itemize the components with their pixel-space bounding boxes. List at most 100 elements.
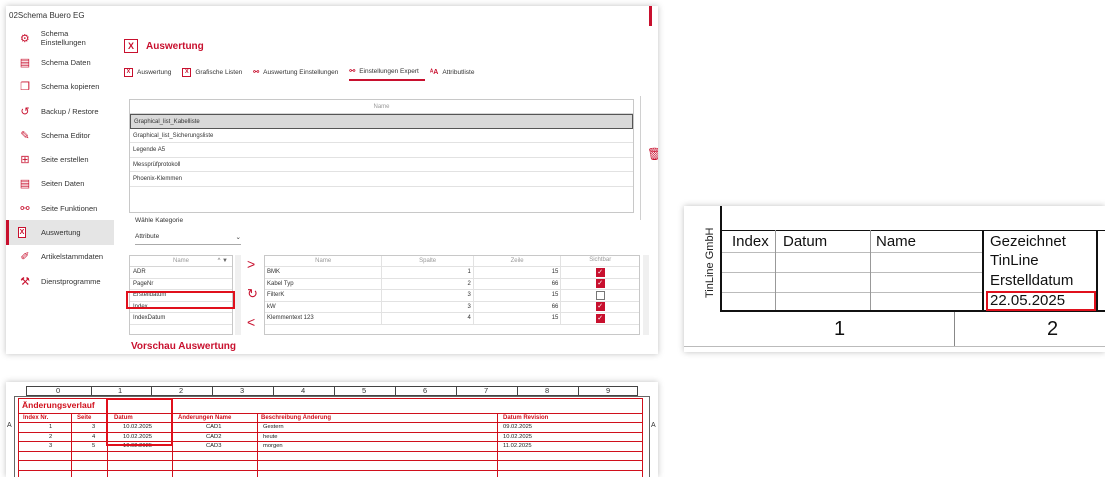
cell-zeile[interactable]: 15 (474, 290, 562, 301)
settings-icon: ⚯ (253, 69, 260, 76)
list-item[interactable]: Graphical_list_Sicherungsliste (130, 129, 633, 143)
divider (722, 292, 982, 293)
sidebar-item-seite-funktionen[interactable]: ⚯ Seite Funktionen (6, 196, 114, 220)
cell-spalte[interactable]: 3 (382, 290, 474, 301)
cell-spalte[interactable]: 3 (382, 301, 474, 312)
divider (722, 252, 982, 253)
tab-auswertung[interactable]: X Auswertung (124, 67, 177, 81)
attribute-list-header[interactable]: Name ^ ▼ (130, 256, 232, 267)
cell-name: FilterK (265, 290, 383, 301)
ruler-number: 0 (56, 386, 61, 395)
ruler-number: 6 (423, 386, 428, 395)
sidebar-item-schema-editor[interactable]: ✎ Schema Editor (6, 123, 114, 147)
list-item[interactable]: Messprüfprotokoll (130, 158, 633, 172)
kategorie-value: Attribute (135, 233, 160, 240)
sichtbar-checkbox[interactable]: ✓ (595, 313, 605, 323)
tab-bar: X Auswertung X Grafische Listen ⚯ Auswertun… (124, 67, 485, 81)
list-item[interactable]: ADR (130, 267, 232, 279)
sichtbar-checkbox[interactable]: ✓ (595, 267, 605, 277)
list-item[interactable]: IndexDatum (130, 313, 232, 325)
sidebar-item-backup-restore[interactable]: ↺ Backup / Restore (6, 99, 114, 123)
sichtbar-checkbox[interactable]: ✓ (595, 302, 605, 312)
divider (1096, 230, 1098, 310)
sidebar-item-schema-einstellungen[interactable]: ⚙ Schema Einstellungen (6, 26, 114, 50)
restore-icon: ↺ (20, 105, 30, 118)
sidebar-item-artikelstammdaten[interactable]: ✐ Artikelstammdaten (6, 245, 114, 269)
scrollbar[interactable] (643, 255, 649, 335)
move-left-button[interactable]: < (247, 315, 255, 329)
list-item[interactable]: PageNr (130, 279, 232, 290)
sidebar-item-seite-erstellen[interactable]: ⊞ Seite erstellen (6, 147, 114, 171)
move-right-button[interactable]: > (247, 257, 255, 271)
divider (71, 413, 72, 477)
table-row[interactable]: Kabel Typ 2 66 ✓ (265, 278, 639, 290)
cell-spalte[interactable]: 4 (382, 313, 474, 324)
cell-zeile[interactable]: 66 (474, 301, 562, 312)
ruler-number: 7 (484, 386, 489, 395)
ruler-number: 2 (179, 386, 184, 395)
filter-icon[interactable]: ^ ▼ (218, 258, 228, 264)
cell-zeile[interactable]: 15 (474, 313, 562, 324)
excel-icon: X (124, 39, 138, 53)
company-name: TinLine GmbH (704, 227, 716, 298)
column-header-sichtbar[interactable]: Sichtbar (561, 256, 639, 266)
tab-auswertung-einstellungen[interactable]: ⚯ Auswertung Einstellungen (253, 67, 344, 81)
sidebar-item-schema-daten[interactable]: ▤ Schema Daten (6, 50, 114, 74)
title-block: TinLine GmbH Index Datum Name Gezeichnet… (684, 206, 1105, 352)
row-letter-right: A (651, 422, 656, 429)
cell-index: 1 (49, 424, 53, 430)
page-title: X Auswertung (124, 39, 204, 53)
divider (497, 413, 498, 477)
cell-name: Kabel Typ (265, 278, 383, 289)
tab-grafische-listen[interactable]: X Grafische Listen (182, 67, 248, 81)
change-history-title: Änderungsverlauf (22, 400, 95, 410)
attribute-icon: ᴬA (429, 68, 439, 76)
list-item[interactable]: Phoenix-Klemmen (130, 172, 633, 187)
divider (775, 230, 776, 310)
table-row[interactable]: BMK 1 15 ✓ (265, 267, 639, 279)
cell-beschreibung: morgen (263, 443, 283, 449)
sidebar-item-auswertung[interactable]: X Auswertung (6, 220, 114, 245)
cell-zeile[interactable]: 66 (474, 278, 562, 289)
sichtbar-cell: ✓ (561, 267, 639, 278)
table-row (19, 452, 642, 461)
name-column-header[interactable]: Name (130, 100, 633, 114)
list-item[interactable]: Legende A5 (130, 143, 633, 158)
cell-seite: 3 (92, 424, 96, 430)
cell-name: CAD1 (206, 424, 222, 430)
table-row (19, 461, 642, 471)
divider (722, 230, 1105, 231)
cell-zeile[interactable]: 15 (474, 267, 562, 278)
header-index: Index (732, 233, 769, 250)
list-item[interactable]: Graphical_list_Kabelliste (130, 114, 633, 129)
ruler-number: 8 (545, 386, 550, 395)
cell-spalte[interactable]: 2 (382, 278, 474, 289)
sichtbar-checkbox[interactable]: ✓ (595, 279, 605, 289)
column-header-spalte[interactable]: Spalte (382, 256, 474, 266)
refresh-icon[interactable]: ↻ (247, 287, 258, 301)
tab-einstellungen-expert[interactable]: ⚯ Einstellungen Expert (349, 67, 425, 81)
sidebar-item-seiten-daten[interactable]: ▤ Seiten Daten (6, 172, 114, 196)
sichtbar-checkbox[interactable] (595, 290, 605, 300)
table-row[interactable]: FilterK 3 15 (265, 290, 639, 302)
chevron-down-icon: ⌄ (235, 234, 241, 241)
evaluation-name-list: Name Graphical_list_Kabelliste Graphical… (129, 99, 634, 213)
kategorie-select[interactable]: Attribute ⌄ (135, 233, 241, 245)
tab-attributliste[interactable]: ᴬA Attributliste (430, 67, 481, 81)
cell-name: CAD3 (206, 443, 222, 449)
functions-icon: ⚯ (20, 202, 30, 215)
sidebar-item-dienstprogramme[interactable]: ⚒ Dienstprogramme (6, 269, 114, 293)
column-header-zeile[interactable]: Zeile (474, 256, 562, 266)
ruler-number: 3 (240, 386, 245, 395)
scrollbar[interactable] (235, 255, 241, 335)
sidebar-item-label: Artikelstammdaten (41, 252, 104, 262)
table-row[interactable]: Klemmentext 123 4 15 ✓ (265, 313, 639, 325)
excel-icon: X (182, 67, 192, 77)
sichtbar-cell (561, 290, 639, 301)
trash-icon[interactable]: 🗑 (647, 147, 658, 161)
cell-spalte[interactable]: 1 (382, 267, 474, 278)
cell-index: 2 (49, 433, 53, 440)
table-row[interactable]: kW 3 66 ✓ (265, 301, 639, 313)
column-header-name[interactable]: Name (265, 256, 383, 266)
sidebar-item-schema-kopieren[interactable]: ❐ Schema kopieren (6, 75, 114, 99)
